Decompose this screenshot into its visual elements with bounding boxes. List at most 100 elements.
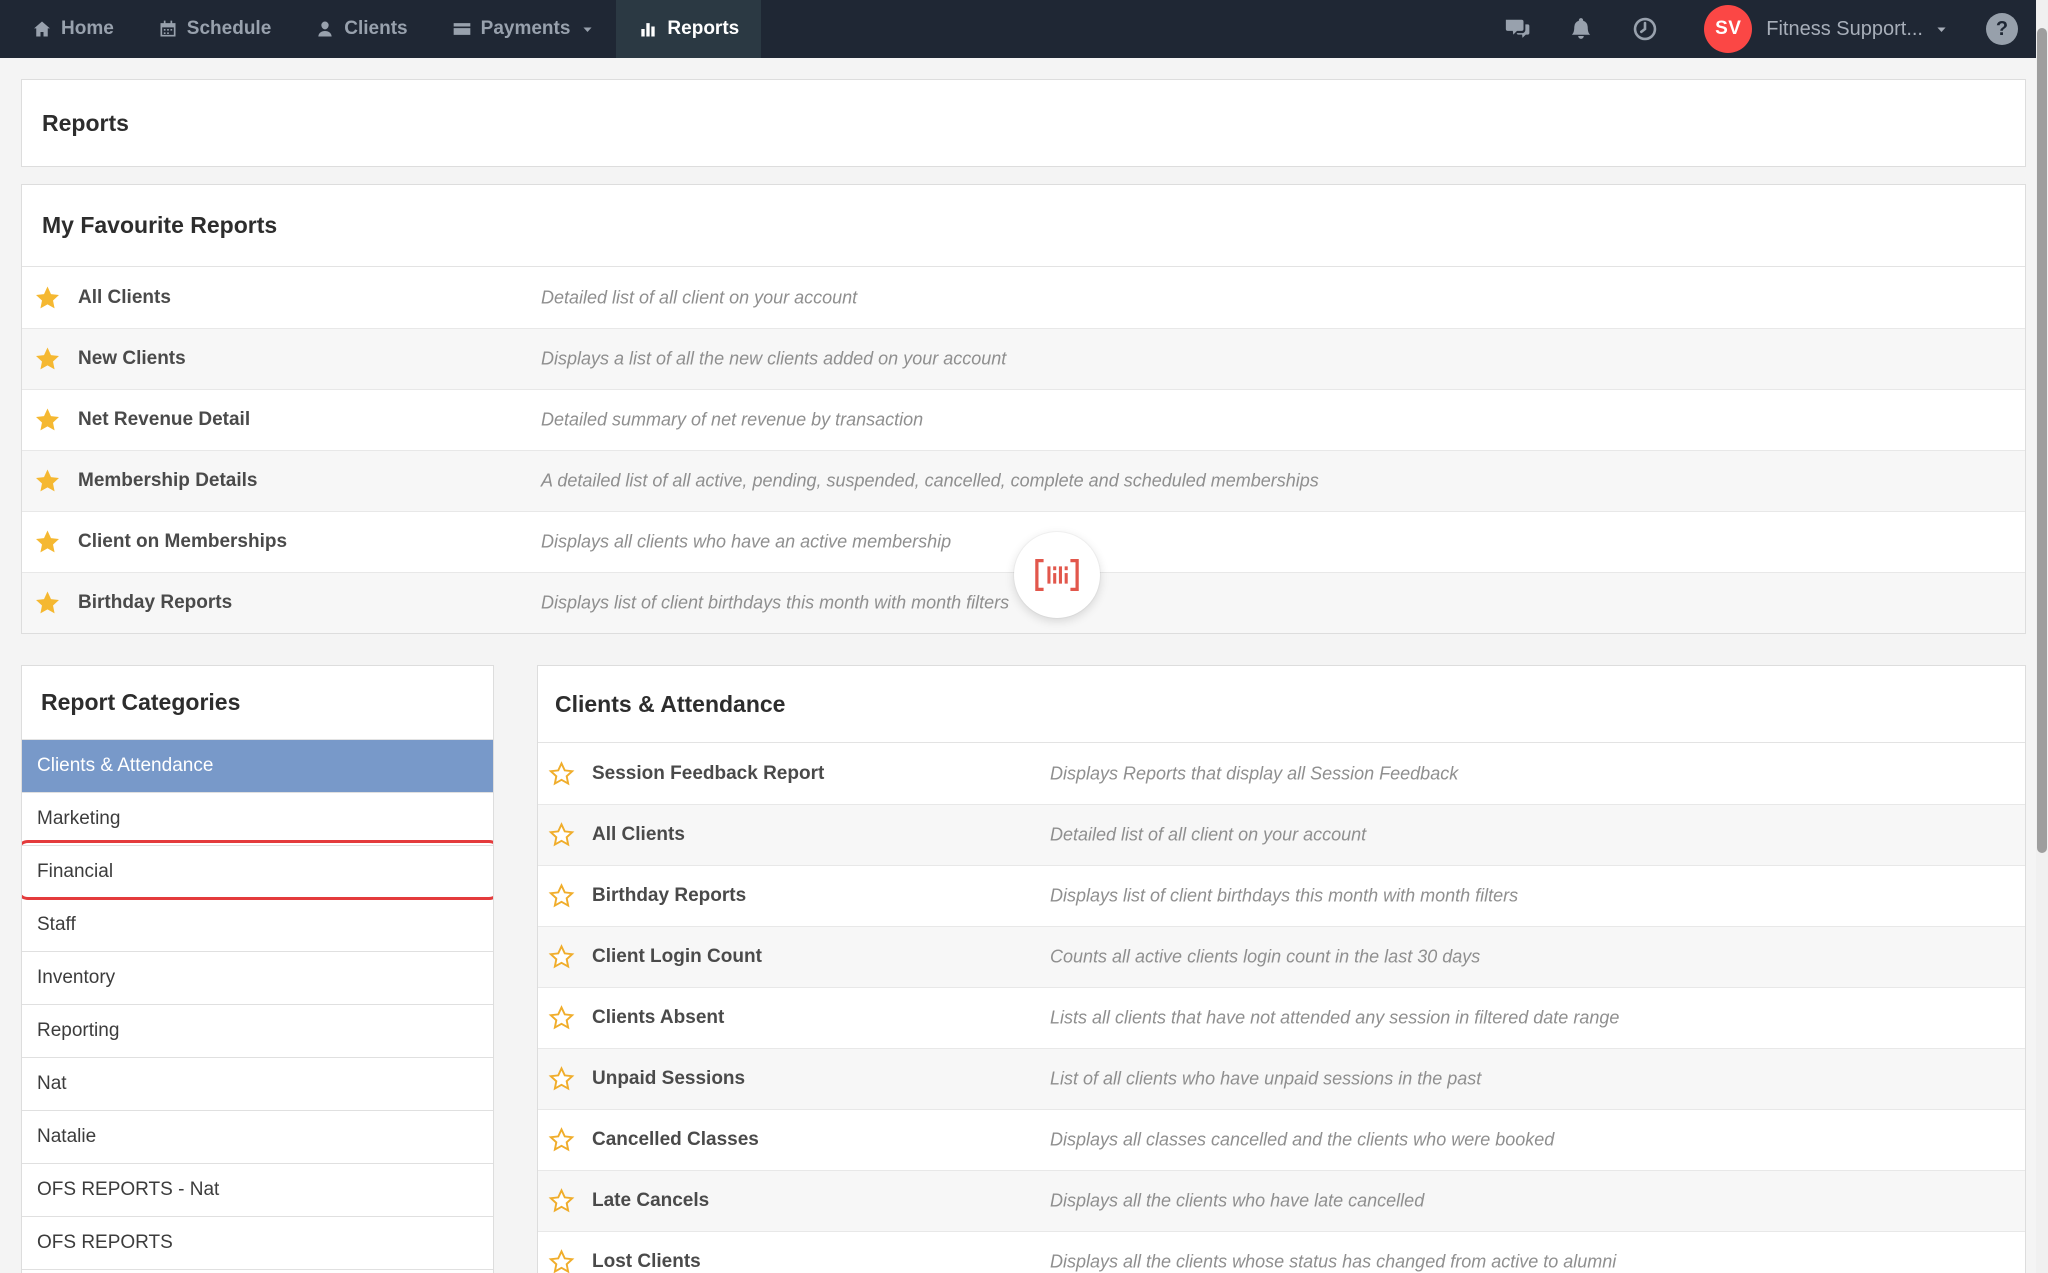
credit-card-icon — [452, 19, 472, 39]
category-label: Reporting — [37, 1020, 119, 1042]
report-description: Detailed list of all client on your acco… — [1050, 825, 1366, 846]
category-reports-list: Session Feedback Report Displays Reports… — [538, 743, 2025, 1273]
report-name[interactable]: Unpaid Sessions — [592, 1068, 745, 1090]
category-item[interactable]: Clients & Attendance — [22, 740, 493, 793]
help-icon[interactable]: ? — [1986, 13, 2018, 45]
category-item[interactable]: Inventory — [22, 952, 493, 1005]
page-title: Reports — [22, 110, 129, 137]
home-icon — [32, 19, 52, 39]
category-report-row[interactable]: Session Feedback Report Displays Reports… — [538, 743, 2025, 804]
nav-item-label: Reports — [667, 18, 739, 40]
category-report-row[interactable]: Clients Absent Lists all clients that ha… — [538, 987, 2025, 1048]
star-filled-icon[interactable] — [34, 284, 61, 311]
star-outline-icon[interactable] — [548, 1005, 575, 1032]
star-outline-icon[interactable] — [548, 944, 575, 971]
account-label: Fitness Support... — [1766, 18, 1923, 41]
category-item[interactable]: Financial — [22, 846, 493, 899]
page-scrollbar[interactable] — [2036, 0, 2048, 1273]
loading-badge — [1014, 532, 1100, 618]
category-item[interactable]: Marketing — [22, 793, 493, 846]
category-item[interactable]: Staff — [22, 899, 493, 952]
nav-right-actions: SV Fitness Support... ? — [1504, 0, 2048, 58]
report-name[interactable]: Birthday Reports — [78, 592, 232, 614]
category-report-row[interactable]: Birthday Reports Displays list of client… — [538, 865, 2025, 926]
chevron-down-icon — [581, 23, 594, 36]
report-name[interactable]: Membership Details — [78, 470, 258, 492]
category-label: Natalie — [37, 1126, 96, 1148]
main-nav: Home Schedule Clients Payments — [0, 0, 761, 58]
category-item[interactable]: Nat — [22, 1058, 493, 1111]
star-outline-icon[interactable] — [548, 822, 575, 849]
nav-item[interactable]: Reports — [616, 0, 761, 58]
top-navbar: Home Schedule Clients Payments — [0, 0, 2048, 58]
category-label: Marketing — [37, 808, 120, 830]
report-name[interactable]: Net Revenue Detail — [78, 409, 250, 431]
bell-icon[interactable] — [1568, 16, 1594, 42]
star-filled-icon[interactable] — [34, 346, 61, 373]
report-name[interactable]: Clients Absent — [592, 1007, 724, 1029]
report-description: A detailed list of all active, pending, … — [541, 471, 1319, 492]
report-categories-list: Clients & Attendance Marketing Financial… — [22, 740, 493, 1270]
star-filled-icon[interactable] — [34, 590, 61, 617]
page-title-panel: Reports — [21, 79, 2026, 167]
category-report-row[interactable]: Client Login Count Counts all active cli… — [538, 926, 2025, 987]
nav-item[interactable]: Home — [10, 0, 136, 58]
report-name[interactable]: Client Login Count — [592, 946, 762, 968]
report-name[interactable]: Session Feedback Report — [592, 763, 824, 785]
report-categories-title: Report Categories — [22, 666, 493, 740]
category-label: Inventory — [37, 967, 115, 989]
category-item[interactable]: OFS REPORTS - Nat — [22, 1164, 493, 1217]
report-name[interactable]: All Clients — [78, 287, 171, 309]
nav-item[interactable]: Schedule — [136, 0, 293, 58]
report-categories-panel: Report Categories Clients & Attendance M… — [21, 665, 494, 1273]
user-icon — [315, 19, 335, 39]
clock-icon[interactable] — [1632, 16, 1658, 42]
favourite-report-row[interactable]: All Clients Detailed list of all client … — [22, 267, 2025, 328]
category-reports-panel: Clients & Attendance Session Feedback Re… — [537, 665, 2026, 1273]
chevron-down-icon — [1935, 23, 1948, 36]
category-label: Financial — [37, 861, 113, 883]
category-reports-title: Clients & Attendance — [538, 666, 2025, 743]
report-name[interactable]: Cancelled Classes — [592, 1129, 759, 1151]
star-filled-icon[interactable] — [34, 529, 61, 556]
category-item[interactable]: Natalie — [22, 1111, 493, 1164]
report-name[interactable]: Birthday Reports — [592, 885, 746, 907]
report-description: Displays list of client birthdays this m… — [1050, 886, 1518, 907]
report-name[interactable]: Lost Clients — [592, 1251, 701, 1273]
category-report-row[interactable]: All Clients Detailed list of all client … — [538, 804, 2025, 865]
account-menu[interactable]: Fitness Support... — [1766, 18, 1948, 41]
report-name[interactable]: All Clients — [592, 824, 685, 846]
category-report-row[interactable]: Unpaid Sessions List of all clients who … — [538, 1048, 2025, 1109]
favourite-report-row[interactable]: Net Revenue Detail Detailed summary of n… — [22, 389, 2025, 450]
report-name[interactable]: Client on Memberships — [78, 531, 287, 553]
category-report-row[interactable]: Late Cancels Displays all the clients wh… — [538, 1170, 2025, 1231]
nav-item[interactable]: Clients — [293, 0, 429, 58]
star-outline-icon[interactable] — [548, 1249, 575, 1273]
category-item[interactable]: Reporting — [22, 1005, 493, 1058]
report-name[interactable]: Late Cancels — [592, 1190, 709, 1212]
scrollbar-thumb[interactable] — [2037, 28, 2047, 853]
star-outline-icon[interactable] — [548, 1127, 575, 1154]
chat-icon[interactable] — [1504, 16, 1530, 42]
favourite-report-row[interactable]: New Clients Displays a list of all the n… — [22, 328, 2025, 389]
avatar[interactable]: SV — [1704, 5, 1752, 53]
nav-item[interactable]: Payments — [430, 0, 617, 58]
star-outline-icon[interactable] — [548, 883, 575, 910]
bar-chart-icon — [638, 19, 658, 39]
nav-item-label: Home — [61, 18, 114, 40]
report-description: Displays all clients who have an active … — [541, 532, 951, 553]
nav-item-label: Payments — [481, 18, 571, 40]
star-outline-icon[interactable] — [548, 760, 575, 787]
star-filled-icon[interactable] — [34, 407, 61, 434]
report-description: Lists all clients that have not attended… — [1050, 1008, 1619, 1029]
report-name[interactable]: New Clients — [78, 348, 186, 370]
star-outline-icon[interactable] — [548, 1188, 575, 1215]
category-item[interactable]: OFS REPORTS — [22, 1217, 493, 1270]
category-report-row[interactable]: Cancelled Classes Displays all classes c… — [538, 1109, 2025, 1170]
category-report-row[interactable]: Lost Clients Displays all the clients wh… — [538, 1231, 2025, 1273]
favourite-report-row[interactable]: Membership Details A detailed list of al… — [22, 450, 2025, 511]
star-outline-icon[interactable] — [548, 1066, 575, 1093]
star-filled-icon[interactable] — [34, 468, 61, 495]
report-description: Detailed summary of net revenue by trans… — [541, 410, 923, 431]
calendar-icon — [158, 19, 178, 39]
